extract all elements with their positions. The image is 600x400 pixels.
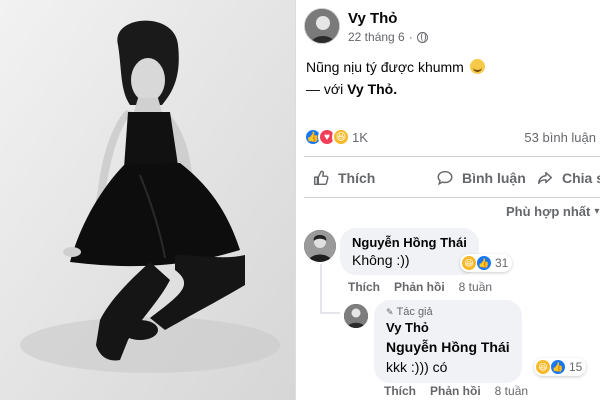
comment-time[interactable]: 8 tuần <box>459 280 492 294</box>
haha-icon: 😆 <box>461 255 477 271</box>
post-date[interactable]: 22 tháng 6 <box>348 30 405 44</box>
reply-reply-link[interactable]: Phản hồi <box>430 384 481 398</box>
comment-reaction-badge[interactable]: 😆 👍 31 <box>460 254 513 272</box>
author-name[interactable]: Vy Thỏ <box>348 10 397 27</box>
reply-like-link[interactable]: Thích <box>384 384 416 398</box>
comment-reply-link[interactable]: Phản hồi <box>394 280 445 294</box>
tagged-user[interactable]: Vy Thỏ. <box>347 81 397 97</box>
author-tag: ✎ Tác giả <box>386 306 510 318</box>
post-panel: Vy Thỏ 22 tháng 6 · Nũng nịu tý được khu… <box>296 0 600 400</box>
comment-author[interactable]: Nguyễn Hồng Thái <box>352 235 467 250</box>
photo-image <box>0 0 295 400</box>
comment-text: Không :)) <box>352 252 410 268</box>
comment-label: Bình luận <box>462 170 526 186</box>
chevron-down-icon: ▾ <box>594 206 600 217</box>
reply-reaction-badge[interactable]: 😆 👍 15 <box>534 358 587 376</box>
reply-reaction-count: 15 <box>569 360 583 374</box>
share-label: Chia sẻ <box>562 170 600 186</box>
reply-bubble: ✎ Tác giả Vy Thỏ Nguyễn Hồng Thái kkk :)… <box>374 300 522 383</box>
post-actions: Thích Bình luận Chia sẻ <box>304 160 600 196</box>
comment-bubble: Nguyễn Hồng Thái Không :)) <box>340 228 479 275</box>
post-photo[interactable] <box>0 0 295 400</box>
share-arrow-icon <box>537 171 553 185</box>
reply-author[interactable]: Vy Thỏ <box>386 320 510 335</box>
author-avatar[interactable] <box>304 8 340 44</box>
comment-like-link[interactable]: Thích <box>348 280 380 294</box>
divider-top <box>304 156 600 157</box>
like-icon: 👍 <box>550 359 566 375</box>
reply-avatar[interactable] <box>344 304 368 328</box>
reactions-bar: 👍 ♥ 😆 1K 53 bình luận <box>304 126 600 148</box>
like-button[interactable]: Thích <box>312 169 375 187</box>
pencil-icon: ✎ <box>386 306 394 317</box>
author-tag-label: Tác giả <box>396 306 433 318</box>
share-button[interactable]: Chia sẻ <box>536 169 600 187</box>
commenter-avatar[interactable] <box>304 230 336 262</box>
reply-mention[interactable]: Nguyễn Hồng Thái <box>386 339 510 355</box>
sort-label: Phù hợp nhất <box>506 204 591 219</box>
reply-text: kkk :))) có <box>386 359 448 375</box>
post-text-line2: — với Vy Thỏ. <box>306 78 485 100</box>
reaction-icons[interactable]: 👍 ♥ 😆 <box>304 128 350 146</box>
globe-icon <box>416 31 428 43</box>
reply-actions: Thích Phản hồi 8 tuần <box>384 384 528 398</box>
reply-time[interactable]: 8 tuần <box>495 384 528 398</box>
comment-bubble-icon <box>437 170 453 186</box>
like-icon: 👍 <box>476 255 492 271</box>
comment-reaction-count: 31 <box>495 256 509 270</box>
meta-separator: · <box>408 30 413 44</box>
thumbs-up-icon <box>313 170 329 186</box>
reaction-count[interactable]: 1K <box>352 130 368 145</box>
thread-branch <box>320 312 340 314</box>
post-body: Nũng nịu tý được khumm — với Vy Thỏ. <box>306 56 485 100</box>
post-header: Vy Thỏ 22 tháng 6 · <box>304 6 600 50</box>
like-label: Thích <box>338 170 376 186</box>
comment-count[interactable]: 53 bình luận <box>524 130 596 145</box>
comment-actions: Thích Phản hồi 8 tuần <box>348 280 492 294</box>
haha-icon: 😆 <box>332 128 350 146</box>
post-meta: 22 tháng 6 · <box>348 30 428 44</box>
post-text-line1: Nũng nịu tý được khumm <box>306 56 485 78</box>
smile-emoji-icon <box>469 59 485 74</box>
comment-sort-dropdown[interactable]: Phù hợp nhất ▾ <box>506 204 599 219</box>
thread-line <box>320 264 322 314</box>
haha-icon: 😆 <box>535 359 551 375</box>
post-caption: Nũng nịu tý được khumm <box>306 59 464 75</box>
comment-button[interactable]: Bình luận <box>436 169 526 187</box>
tag-prefix: — với <box>306 81 344 97</box>
divider-bottom <box>304 197 600 198</box>
